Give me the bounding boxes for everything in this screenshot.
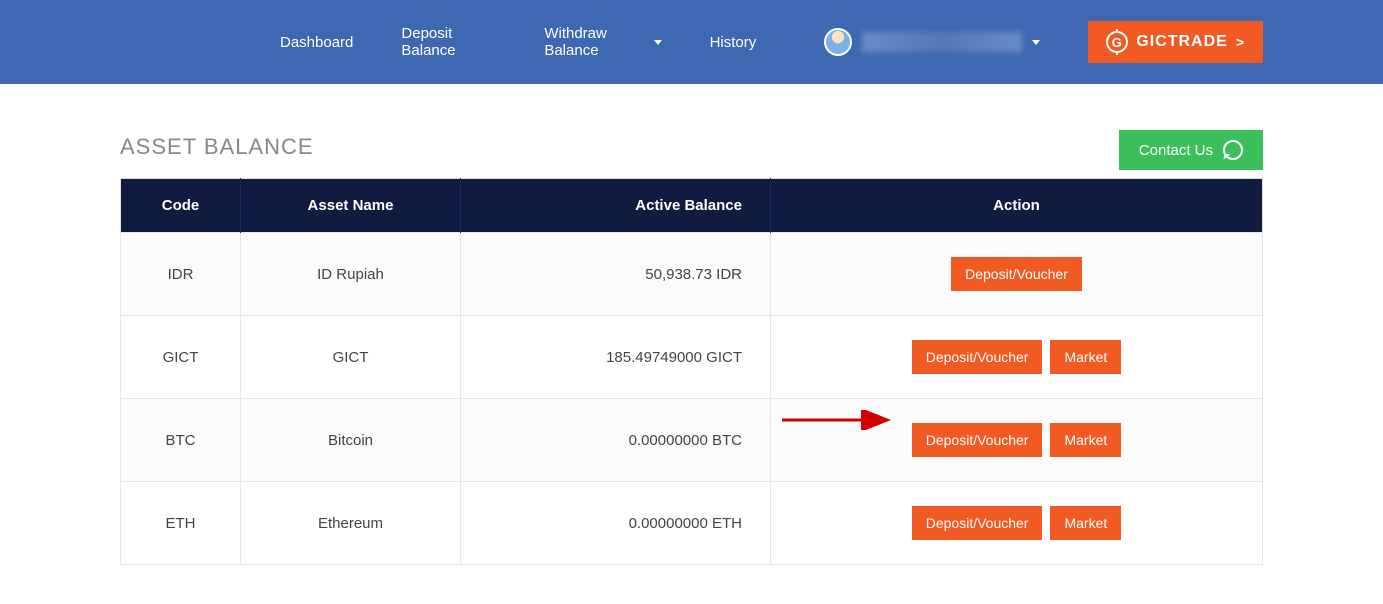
brand-label: GICTRADE [1136, 33, 1228, 51]
contact-label: Contact Us [1139, 142, 1213, 159]
chevron-down-icon [654, 40, 662, 45]
header-asset-name: Asset Name [241, 179, 461, 233]
avatar [824, 28, 852, 56]
table-row: BTCBitcoin0.00000000 BTCDeposit/VoucherM… [121, 399, 1263, 482]
deposit-voucher-button[interactable]: Deposit/Voucher [912, 340, 1043, 374]
cell-code: ETH [121, 482, 241, 565]
cell-active-balance: 0.00000000 ETH [461, 482, 771, 565]
table-row: IDRID Rupiah50,938.73 IDR Deposit/Voucher [121, 233, 1263, 316]
nav-deposit-balance[interactable]: Deposit Balance [401, 25, 496, 59]
deposit-voucher-button[interactable]: Deposit/Voucher [912, 506, 1043, 540]
cell-asset-name: Bitcoin [241, 399, 461, 482]
nav-dashboard[interactable]: Dashboard [280, 34, 353, 51]
deposit-voucher-button[interactable]: Deposit/Voucher [951, 257, 1082, 291]
gictrade-button[interactable]: G GICTRADE > [1088, 21, 1263, 63]
cell-active-balance: 0.00000000 BTC [461, 399, 771, 482]
cell-code: BTC [121, 399, 241, 482]
chevron-down-icon [1032, 40, 1040, 45]
top-navbar: Dashboard Deposit Balance Withdraw Balan… [0, 0, 1383, 84]
cell-code: IDR [121, 233, 241, 316]
cell-asset-name: ID Rupiah [241, 233, 461, 316]
cell-action: Deposit/Voucher [771, 233, 1263, 316]
user-name-redacted [862, 32, 1022, 52]
asset-balance-table: Code Asset Name Active Balance Action ID… [120, 178, 1263, 565]
chevron-right-icon: > [1236, 34, 1245, 50]
market-button[interactable]: Market [1050, 423, 1121, 457]
user-menu[interactable] [824, 28, 1040, 56]
cell-asset-name: Ethereum [241, 482, 461, 565]
deposit-voucher-button[interactable]: Deposit/Voucher [912, 423, 1043, 457]
gictrade-logo-icon: G [1106, 31, 1128, 53]
cell-action: Deposit/VoucherMarket [771, 482, 1263, 565]
contact-us-button[interactable]: Contact Us [1119, 130, 1263, 170]
header-code: Code [121, 179, 241, 233]
cell-action: Deposit/VoucherMarket [771, 399, 1263, 482]
header-active-balance: Active Balance [461, 179, 771, 233]
nav-history[interactable]: History [710, 34, 757, 51]
nav-withdraw-label: Withdraw Balance [544, 25, 647, 59]
nav-withdraw-balance[interactable]: Withdraw Balance [544, 25, 661, 59]
cell-active-balance: 50,938.73 IDR [461, 233, 771, 316]
whatsapp-icon [1223, 140, 1243, 160]
market-button[interactable]: Market [1050, 506, 1121, 540]
market-button[interactable]: Market [1050, 340, 1121, 374]
page-title: ASSET BALANCE [120, 134, 1263, 160]
cell-code: GICT [121, 316, 241, 399]
main-container: ASSET BALANCE Contact Us Code Asset Name… [0, 84, 1383, 565]
cell-action: Deposit/VoucherMarket [771, 316, 1263, 399]
table-row: GICTGICT185.49749000 GICTDeposit/Voucher… [121, 316, 1263, 399]
cell-asset-name: GICT [241, 316, 461, 399]
header-action: Action [771, 179, 1263, 233]
cell-active-balance: 185.49749000 GICT [461, 316, 771, 399]
table-row: ETHEthereum0.00000000 ETHDeposit/Voucher… [121, 482, 1263, 565]
